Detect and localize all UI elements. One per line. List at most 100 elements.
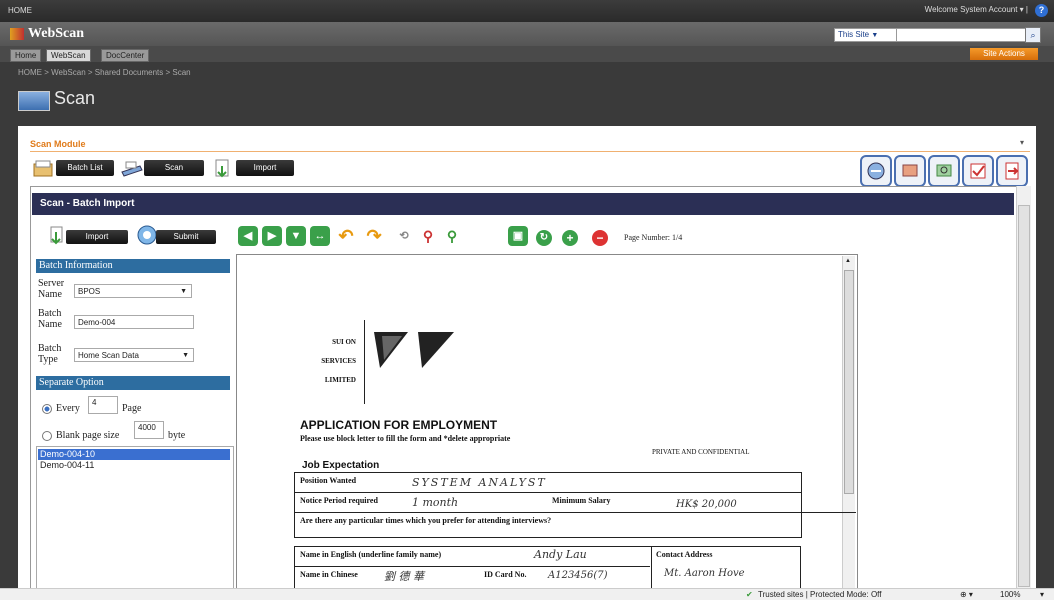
company-name: SUI ON SERVICES LIMITED <box>321 338 356 384</box>
table-rule <box>294 566 650 567</box>
security-zone[interactable]: Trusted sites | Protected Mode: Off <box>758 589 881 600</box>
module-divider <box>30 151 1030 152</box>
globe-icon[interactable]: ⊕ ▾ <box>960 589 973 600</box>
search-icon[interactable]: ⌕ <box>1025 27 1041 43</box>
blank-page-size-label: Blank page size <box>56 430 120 441</box>
name-english-label: Name in English (underline family name) <box>300 550 442 559</box>
minimum-salary-value: HK$ 20,000 <box>676 499 737 510</box>
every-label: Every <box>56 403 80 414</box>
id-card-value: A123456(7) <box>548 570 608 581</box>
previous-page-icon[interactable]: ▶ <box>262 226 282 246</box>
company-divider <box>364 320 365 404</box>
last-page-icon[interactable]: ↔ <box>310 226 330 246</box>
help-icon[interactable]: ? <box>1035 4 1048 17</box>
top-bar: HOME Welcome System Account ▾ | ? <box>0 0 1054 22</box>
preview-icon[interactable] <box>894 155 926 187</box>
zoom-level[interactable]: 100% <box>1000 589 1020 600</box>
settings-icon[interactable] <box>860 155 892 187</box>
blank-page-size-input[interactable]: 4000 <box>134 421 164 439</box>
left-gutter <box>0 126 18 588</box>
site-actions-button[interactable]: Site Actions <box>970 48 1038 60</box>
first-page-icon[interactable]: ◀ <box>238 226 258 246</box>
scan-button[interactable]: Scan <box>144 160 204 176</box>
inner-import-icon[interactable] <box>48 226 68 246</box>
scanner-icon <box>18 91 50 111</box>
exit-icon[interactable] <box>996 155 1028 187</box>
blank-page-radio[interactable] <box>42 431 52 441</box>
page-scrollbar-thumb[interactable] <box>1018 205 1030 587</box>
tab-webscan[interactable]: WebScan <box>46 49 91 62</box>
notice-period-label: Notice Period required <box>300 496 378 505</box>
submit-icon[interactable] <box>136 224 158 246</box>
logo-icon <box>10 28 24 40</box>
batch-type-label: Batch Type <box>38 343 62 365</box>
byte-unit-label: byte <box>168 430 186 441</box>
server-name-select[interactable]: BPOS ▼ <box>74 284 192 298</box>
every-page-input[interactable]: 4 <box>88 396 118 414</box>
tab-home[interactable]: Home <box>10 49 42 62</box>
status-bar: ✔ Trusted sites | Protected Mode: Off ⊕ … <box>0 588 1054 600</box>
search-scope-select[interactable]: This Site ▼ <box>834 28 897 42</box>
document-title: APPLICATION FOR EMPLOYMENT <box>300 418 498 432</box>
delete-page-icon[interactable]: − <box>592 230 608 246</box>
confidential-note: PRIVATE AND CONFIDENTIAL <box>652 448 750 456</box>
rotate-180-icon[interactable]: ⟲ <box>394 226 414 246</box>
rotate-left-icon[interactable]: ↶ <box>336 226 356 246</box>
import-icon[interactable] <box>212 158 236 180</box>
scroll-up-icon[interactable]: ▲ <box>845 258 851 264</box>
page-unit-label: Page <box>122 403 142 414</box>
site-logo[interactable]: WebScan <box>28 26 84 42</box>
approve-icon[interactable] <box>962 155 994 187</box>
welcome-menu[interactable]: Welcome System Account ▾ | <box>925 5 1028 14</box>
list-item[interactable]: Demo-004-10 <box>38 449 230 460</box>
separate-option-header: Separate Option <box>36 376 230 390</box>
batch-list-icon[interactable] <box>32 158 56 180</box>
scan-icon[interactable] <box>120 158 144 180</box>
right-gutter <box>1036 126 1054 588</box>
page-number: Page Number: 1/4 <box>624 233 683 242</box>
nav-bar <box>0 46 1054 62</box>
batch-information-header: Batch Information <box>36 259 230 273</box>
batch-list-button[interactable]: Batch List <box>56 160 114 176</box>
inner-import-button[interactable]: Import <box>66 230 128 244</box>
rotate-right-icon[interactable]: ↷ <box>364 226 384 246</box>
insert-page-icon[interactable]: ↻ <box>536 230 552 246</box>
page-title: Scan <box>54 88 96 108</box>
name-chinese-label: Name in Chinese <box>300 570 358 579</box>
company-logo <box>372 330 456 370</box>
add-page-icon[interactable]: + <box>562 230 578 246</box>
every-page-radio[interactable] <box>42 404 52 414</box>
viewer-scrollbar-thumb[interactable] <box>844 270 854 494</box>
search-input[interactable] <box>896 28 1026 42</box>
collapse-icon[interactable]: ▾ <box>1020 138 1024 147</box>
contact-address-value: Mt. Aaron Hove <box>664 568 745 579</box>
zoom-page-icon[interactable] <box>928 155 960 187</box>
interview-question: Are there any particular times which you… <box>300 516 552 525</box>
fit-page-icon[interactable]: ▣ <box>508 226 528 246</box>
name-english-value: Andy Lau <box>534 548 587 561</box>
import-button[interactable]: Import <box>236 160 294 176</box>
checkmark-icon: ✔ <box>746 590 753 599</box>
module-title: Scan Module <box>30 139 86 149</box>
name-chinese-value: 劉 德 華 <box>384 570 424 583</box>
position-wanted-value: SYSTEM ANALYST <box>412 476 547 489</box>
zoom-in-icon[interactable]: ⚲ <box>418 226 438 246</box>
batch-type-select[interactable]: Home Scan Data ▼ <box>74 348 194 362</box>
batch-name-label: Batch Name <box>38 308 62 330</box>
contact-address-label: Contact Address <box>656 550 713 559</box>
document-instruction: Please use block letter to fill the form… <box>300 434 511 443</box>
table-rule <box>294 492 802 493</box>
batch-name-input[interactable]: Demo-004 <box>74 315 194 329</box>
tab-doccenter[interactable]: DocCenter <box>101 49 150 62</box>
zoom-out-icon[interactable]: ⚲ <box>442 226 462 246</box>
job-expectation-heading: Job Expectation <box>302 460 380 471</box>
submit-button[interactable]: Submit <box>156 230 216 244</box>
zoom-dropdown-icon[interactable]: ▾ <box>1040 589 1044 600</box>
minimum-salary-label: Minimum Salary <box>552 496 611 505</box>
next-page-icon[interactable]: ▼ <box>286 226 306 246</box>
id-card-label: ID Card No. <box>484 570 527 579</box>
list-item[interactable]: Demo-004-11 <box>38 460 230 471</box>
notice-period-value: 1 month <box>412 496 459 509</box>
batch-import-header: Scan - Batch Import <box>32 193 1014 215</box>
home-link[interactable]: HOME <box>8 6 32 15</box>
